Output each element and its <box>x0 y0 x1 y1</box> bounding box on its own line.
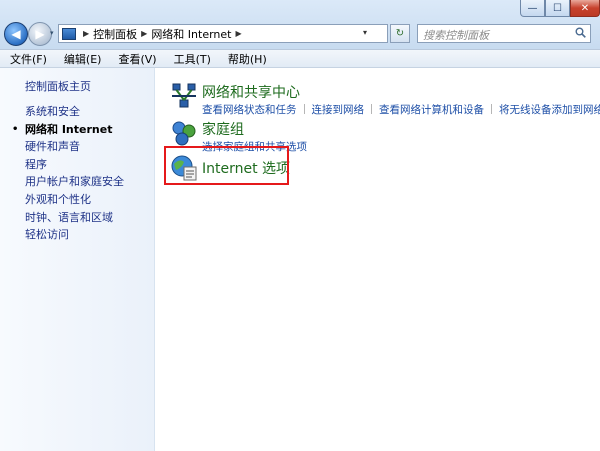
sidebar-item-network-internet: • 网络和 Internet <box>12 121 124 139</box>
sidebar-item-ease-of-access[interactable]: 轻松访问 <box>25 226 124 244</box>
forward-button[interactable]: ▶ <box>28 22 52 46</box>
maximize-button[interactable]: ☐ <box>545 0 570 17</box>
close-button[interactable]: ✕ <box>570 0 600 17</box>
minimize-button[interactable]: — <box>520 0 545 17</box>
address-bar[interactable]: ▶ 控制面板 ▶ 网络和 Internet ▶ ▾ <box>58 24 388 43</box>
category-title[interactable]: 家庭组 <box>202 119 244 139</box>
recent-pages-dropdown[interactable]: ▾ <box>50 29 54 37</box>
menu-help[interactable]: 帮助(H) <box>218 51 274 67</box>
link-view-network-status[interactable]: 查看网络状态和任务 <box>202 104 297 116</box>
breadcrumb-control-panel[interactable]: 控制面板 <box>93 26 137 42</box>
sidebar-item-user-accounts[interactable]: 用户帐户和家庭安全 <box>25 173 124 191</box>
search-icon[interactable] <box>575 27 586 38</box>
category-links: 查看网络状态和任务 连接到网络 查看网络计算机和设备 将无线设备添加到网络 <box>202 102 600 117</box>
control-panel-icon <box>62 27 76 40</box>
control-panel-window: — ☐ ✕ ◀ ▶ ▾ ▶ 控制面板 ▶ 网络和 Internet ▶ ▾ ↻ … <box>0 0 600 451</box>
link-connect-to-network[interactable]: 连接到网络 <box>312 104 365 116</box>
link-add-wireless-device[interactable]: 将无线设备添加到网络 <box>499 104 600 116</box>
navigation-bar: ◀ ▶ ▾ ▶ 控制面板 ▶ 网络和 Internet ▶ ▾ ↻ 搜索控制面板 <box>0 20 600 48</box>
breadcrumb-separator[interactable]: ▶ <box>236 29 242 38</box>
sidebar-category-list: 系统和安全 • 网络和 Internet 硬件和声音 程序 用户帐户和家庭安全 … <box>12 103 124 244</box>
current-item-bullet: • <box>12 123 19 135</box>
category-title[interactable]: 网络和共享中心 <box>202 82 300 102</box>
menu-view[interactable]: 查看(V) <box>108 51 163 67</box>
search-input[interactable]: 搜索控制面板 <box>417 24 591 43</box>
breadcrumb-separator[interactable]: ▶ <box>141 29 147 38</box>
breadcrumb-separator[interactable]: ▶ <box>83 29 89 38</box>
menu-tools[interactable]: 工具(T) <box>164 51 218 67</box>
sidebar-item-clock-language-region[interactable]: 时钟、语言和区域 <box>25 209 124 227</box>
refresh-button[interactable]: ↻ <box>390 24 410 43</box>
sidebar-item-hardware-sound[interactable]: 硬件和声音 <box>25 138 124 156</box>
title-bar: — ☐ ✕ <box>0 0 600 20</box>
search-placeholder: 搜索控制面板 <box>423 29 489 42</box>
network-sharing-center-icon[interactable] <box>170 82 198 110</box>
link-separator <box>303 104 305 114</box>
address-dropdown-button[interactable]: ▾ <box>363 28 367 37</box>
homegroup-icon[interactable] <box>170 119 198 147</box>
link-separator <box>491 104 492 114</box>
content-area: 控制面板主页 系统和安全 • 网络和 Internet 硬件和声音 程序 用户帐… <box>0 68 600 451</box>
menu-file[interactable]: 文件(F) <box>0 51 54 67</box>
main-panel: 网络和共享中心 查看网络状态和任务 连接到网络 查看网络计算机和设备 将无线设备添加到… <box>155 68 600 451</box>
menu-bar: 文件(F) 编辑(E) 查看(V) 工具(T) 帮助(H) <box>0 49 600 68</box>
highlight-box <box>164 146 289 185</box>
menu-edit[interactable]: 编辑(E) <box>54 51 109 67</box>
link-view-network-computers[interactable]: 查看网络计算机和设备 <box>379 104 484 116</box>
link-separator <box>371 104 372 114</box>
sidebar-item-label: 网络和 Internet <box>25 122 113 136</box>
sidebar-item-programs[interactable]: 程序 <box>25 156 124 174</box>
sidebar-item-appearance[interactable]: 外观和个性化 <box>25 191 124 209</box>
breadcrumb-network-internet[interactable]: 网络和 Internet <box>151 26 231 42</box>
sidebar-home-link[interactable]: 控制面板主页 <box>25 78 91 94</box>
back-button[interactable]: ◀ <box>4 22 28 46</box>
sidebar: 控制面板主页 系统和安全 • 网络和 Internet 硬件和声音 程序 用户帐… <box>0 68 155 451</box>
sidebar-item-system-security[interactable]: 系统和安全 <box>25 103 124 121</box>
